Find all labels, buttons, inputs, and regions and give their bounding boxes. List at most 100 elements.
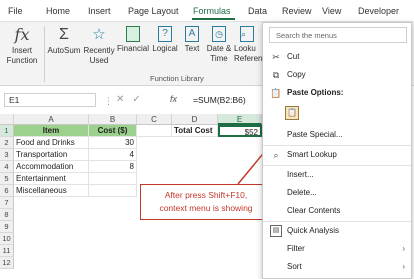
column-header-a[interactable]: A bbox=[14, 114, 89, 125]
lookup-label: Looku Referen bbox=[234, 44, 263, 63]
menu-item-insert-label: Insert... bbox=[287, 170, 314, 179]
menu-item-paste-special-label: Paste Special... bbox=[287, 130, 343, 139]
tab-developer[interactable]: Developer bbox=[358, 6, 399, 16]
enter-icon[interactable]: ✓ bbox=[132, 94, 148, 105]
menu-item-quick-analysis-label: Quick Analysis bbox=[287, 226, 340, 235]
menu-separator bbox=[263, 145, 411, 146]
menu-item-sort-label: Sort bbox=[287, 262, 302, 271]
menu-bar: File Home Insert Page Layout Formulas Da… bbox=[0, 0, 414, 22]
chevron-right-icon: › bbox=[402, 244, 405, 253]
logical-button[interactable]: ? Logical bbox=[150, 22, 180, 54]
financial-label: Financial bbox=[116, 44, 149, 53]
menu-separator bbox=[263, 165, 411, 166]
cell-d1[interactable]: Total Cost bbox=[172, 125, 218, 137]
row-header-8[interactable]: 8 bbox=[0, 209, 14, 221]
tab-data[interactable]: Data bbox=[248, 6, 267, 16]
recently-used-label: Recently Used bbox=[83, 46, 115, 65]
cell-e1[interactable]: $52 bbox=[218, 125, 262, 137]
menu-item-sort[interactable]: Sort › bbox=[263, 259, 411, 275]
menu-item-copy-label: Copy bbox=[287, 70, 306, 79]
column-header-c[interactable]: C bbox=[137, 114, 172, 125]
magnifier-icon: ⌕ bbox=[240, 26, 254, 42]
cell-a3[interactable]: Transportation bbox=[14, 149, 89, 161]
row-header-9[interactable]: 9 bbox=[0, 221, 14, 233]
row-header-6[interactable]: 6 bbox=[0, 185, 14, 197]
cell-a4[interactable]: Accommodation bbox=[14, 161, 89, 173]
column-header-e[interactable]: E bbox=[218, 114, 262, 125]
menu-item-delete[interactable]: Delete... bbox=[263, 185, 411, 201]
row-header-4[interactable]: 4 bbox=[0, 161, 14, 173]
tab-view[interactable]: View bbox=[322, 6, 341, 16]
clipboard-icon: 📋 bbox=[285, 106, 299, 120]
cell-b6[interactable] bbox=[89, 185, 137, 197]
row-header-7[interactable]: 7 bbox=[0, 197, 14, 209]
column-header-d[interactable]: D bbox=[172, 114, 218, 125]
row-header-12[interactable]: 12 bbox=[0, 257, 14, 269]
cell-a1[interactable]: Item bbox=[14, 125, 89, 137]
book-icon bbox=[126, 26, 140, 42]
cell-b1[interactable]: Cost ($) bbox=[89, 125, 137, 137]
paste-option-button[interactable]: 📋 bbox=[263, 103, 411, 123]
menu-item-cut[interactable]: ✂ Cut bbox=[263, 49, 411, 65]
insert-function-label: Insert Function bbox=[6, 46, 38, 65]
star-icon: ☆ bbox=[92, 26, 106, 43]
question-icon: ? bbox=[158, 26, 172, 42]
row-header-2[interactable]: 2 bbox=[0, 137, 14, 149]
formula-input[interactable]: =SUM(B2:B6) bbox=[193, 95, 246, 105]
cell-b4[interactable]: 8 bbox=[89, 161, 137, 173]
menu-search-input[interactable]: Search the menus bbox=[269, 27, 407, 43]
tab-file[interactable]: File bbox=[8, 6, 23, 16]
text-a-icon: A bbox=[185, 26, 199, 42]
tab-page-layout[interactable]: Page Layout bbox=[128, 6, 179, 16]
menu-item-quick-analysis[interactable]: ▤ Quick Analysis bbox=[263, 223, 411, 239]
menu-item-insert[interactable]: Insert... bbox=[263, 167, 411, 183]
menu-item-filter[interactable]: Filter › bbox=[263, 241, 411, 257]
callout-line-1: After press Shift+F10, bbox=[164, 190, 248, 200]
cell-b5[interactable] bbox=[89, 173, 137, 185]
cancel-icon[interactable]: ✕ bbox=[116, 94, 132, 105]
menu-item-clear-contents[interactable]: Clear Contents bbox=[263, 203, 411, 219]
financial-button[interactable]: Financial bbox=[116, 22, 150, 54]
name-box[interactable]: E1 bbox=[4, 93, 96, 107]
tab-home[interactable]: Home bbox=[46, 6, 70, 16]
search-icon: ⌕ bbox=[273, 150, 279, 160]
column-header-b[interactable]: B bbox=[89, 114, 137, 125]
select-all-corner[interactable] bbox=[0, 114, 14, 125]
menu-item-smart-lookup[interactable]: ⌕ Smart Lookup bbox=[263, 147, 411, 163]
row-header-3[interactable]: 3 bbox=[0, 149, 14, 161]
cell-c1[interactable] bbox=[137, 125, 172, 137]
menu-item-smart-lookup-label: Smart Lookup bbox=[287, 150, 337, 159]
row-header-1[interactable]: 1 bbox=[0, 125, 14, 137]
menu-item-paste-options-label: Paste Options: bbox=[287, 88, 344, 97]
tab-insert[interactable]: Insert bbox=[88, 6, 111, 16]
insert-function-fx-icon[interactable]: fx bbox=[170, 94, 177, 104]
callout-line-2: context menu is showing bbox=[159, 203, 253, 213]
menu-item-filter-label: Filter bbox=[287, 244, 305, 253]
autosum-label: AutoSum bbox=[47, 46, 81, 55]
row-header-11[interactable]: 11 bbox=[0, 245, 14, 257]
lookup-button[interactable]: ⌕ Looku Referen bbox=[234, 22, 262, 64]
row-header-5[interactable]: 5 bbox=[0, 173, 14, 185]
callout-annotation: After press Shift+F10, context menu is s… bbox=[140, 184, 272, 220]
text-button[interactable]: A Text bbox=[181, 22, 203, 54]
chevron-right-icon: › bbox=[402, 262, 405, 271]
cell-a2[interactable]: Food and Drinks bbox=[14, 137, 89, 149]
formula-bar-grip-icon: ⋮ bbox=[104, 96, 113, 106]
text-label: Text bbox=[184, 44, 200, 53]
menu-item-paste-special[interactable]: Paste Special... bbox=[263, 127, 411, 143]
autosum-button[interactable]: Σ AutoSum bbox=[46, 22, 82, 56]
insert-function-button[interactable]: fx Insert Function bbox=[2, 22, 42, 66]
recently-used-button[interactable]: ☆ Recently Used bbox=[82, 22, 116, 66]
fx-icon: fx bbox=[14, 25, 30, 44]
menu-item-copy[interactable]: ⧉ Copy bbox=[263, 67, 411, 83]
row-header-10[interactable]: 10 bbox=[0, 233, 14, 245]
cell-b3[interactable]: 4 bbox=[89, 149, 137, 161]
tab-review[interactable]: Review bbox=[282, 6, 312, 16]
cell-b2[interactable]: 30 bbox=[89, 137, 137, 149]
cell-a5[interactable]: Entertainment bbox=[14, 173, 89, 185]
date-time-button[interactable]: ◷ Date & Time bbox=[205, 22, 233, 64]
tab-formulas[interactable]: Formulas bbox=[193, 6, 231, 16]
cell-a6[interactable]: Miscellaneous bbox=[14, 185, 89, 197]
active-tab-indicator bbox=[192, 18, 235, 20]
menu-item-delete-label: Delete... bbox=[287, 188, 317, 197]
